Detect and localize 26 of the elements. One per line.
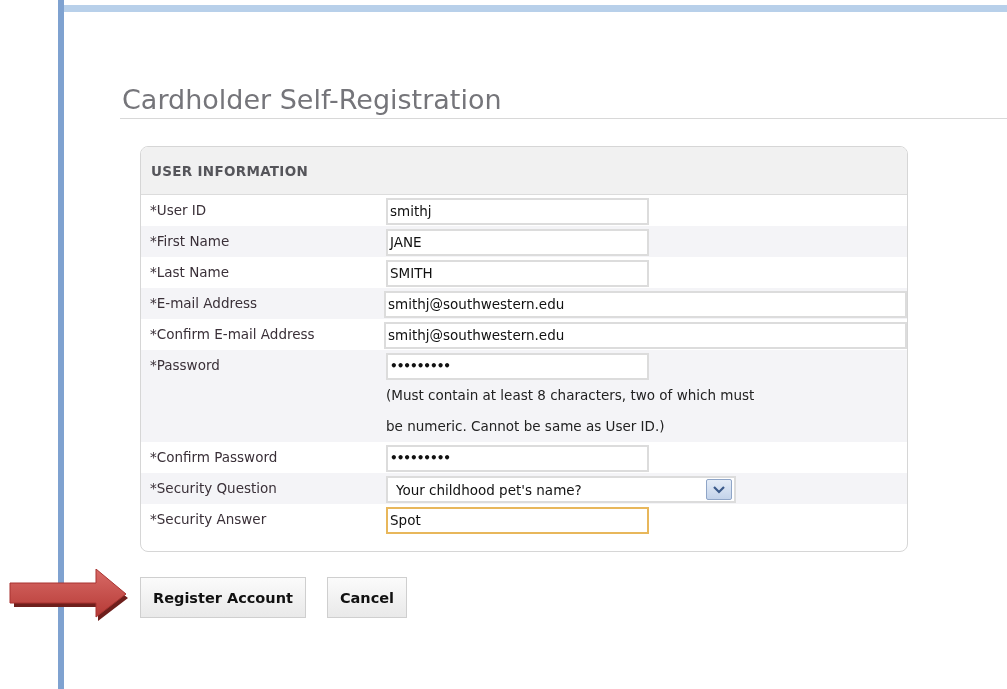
password-field[interactable]: ••••••••• bbox=[386, 353, 649, 380]
field-label: *User ID bbox=[149, 201, 208, 220]
field-label: *First Name bbox=[149, 232, 231, 251]
hint-text: be numeric. Cannot be same as User ID.) bbox=[386, 417, 666, 436]
dropdown[interactable]: Your childhood pet's name? bbox=[386, 476, 736, 503]
hint-text: (Must contain at least 8 characters, two of which must bbox=[386, 386, 755, 405]
cancel-button[interactable]: Cancel bbox=[326, 577, 408, 618]
register-button[interactable]: Register Account bbox=[140, 577, 306, 618]
section-heading: USER INFORMATION bbox=[151, 162, 309, 179]
input-field[interactable]: smithj@southwestern.edu bbox=[384, 322, 907, 349]
input-field[interactable]: JANE bbox=[386, 229, 649, 256]
input-field[interactable]: SMITH bbox=[386, 260, 649, 287]
field-label: *Confirm E-mail Address bbox=[149, 325, 316, 344]
field-label: *Security Question bbox=[149, 479, 278, 498]
field-label: *Confirm Password bbox=[149, 448, 279, 467]
input-field[interactable]: Spot bbox=[386, 507, 649, 534]
password-field[interactable]: ••••••••• bbox=[386, 445, 649, 472]
input-field[interactable]: smithj@southwestern.edu bbox=[384, 291, 907, 318]
field-label: *E-mail Address bbox=[149, 294, 259, 313]
page-title: Cardholder Self-Registration bbox=[122, 83, 503, 117]
caret-icon bbox=[706, 479, 732, 500]
field-label: *Security Answer bbox=[149, 510, 268, 529]
input-field[interactable]: smithj bbox=[386, 198, 649, 225]
field-label: *Last Name bbox=[149, 263, 230, 282]
field-label: *Password bbox=[149, 356, 221, 375]
arrow-icon bbox=[8, 569, 130, 621]
